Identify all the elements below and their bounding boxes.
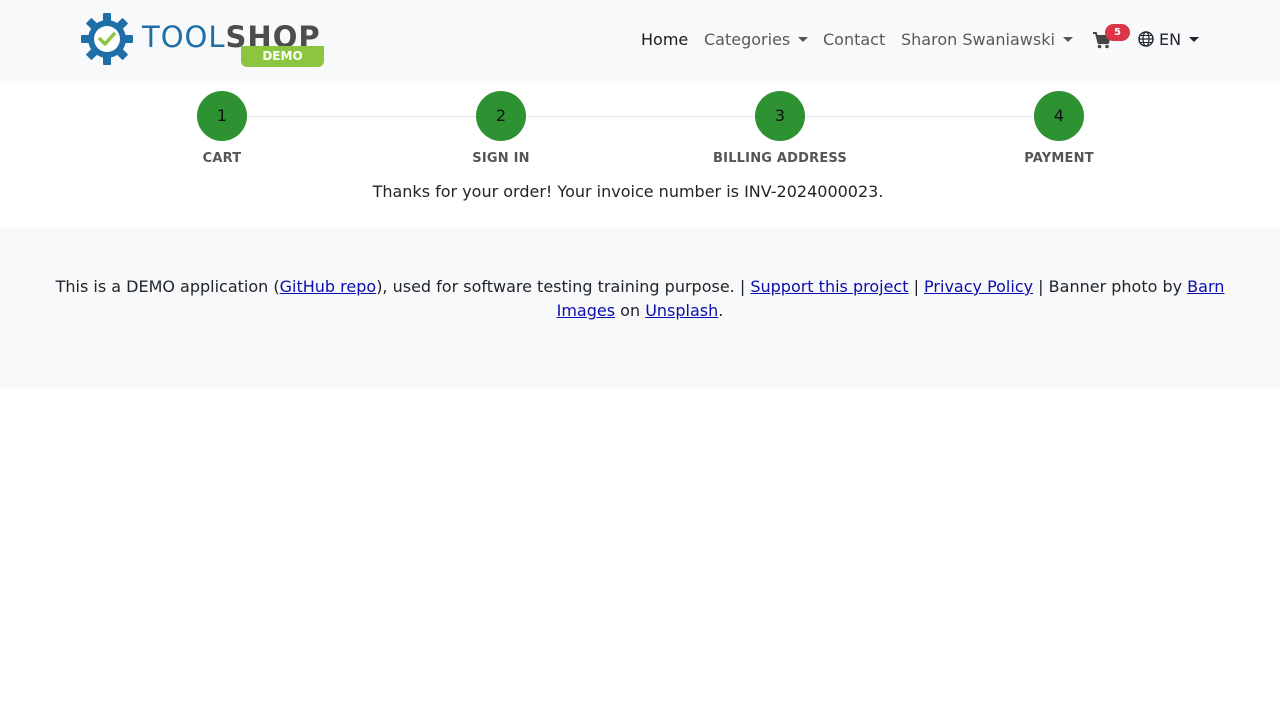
invoice-number: INV-2024000023 (744, 182, 879, 201)
stepper-track (222, 116, 1058, 117)
footer-text: This is a DEMO application (GitHub repo)… (40, 275, 1240, 323)
cart-count-badge: 5 (1105, 24, 1130, 41)
step-cart: 1 CART (122, 91, 322, 166)
privacy-policy-link[interactable]: Privacy Policy (924, 277, 1033, 296)
footer-text-part: ), used for software testing training pu… (376, 277, 751, 296)
step-billing-address: 3 BILLING ADDRESS (680, 91, 880, 166)
step-number: 4 (1034, 91, 1084, 141)
github-repo-link[interactable]: GitHub repo (280, 277, 377, 296)
confirmation-suffix: . (878, 182, 884, 201)
nav-user-name: Sharon Swaniawski (901, 30, 1055, 49)
globe-icon (1138, 31, 1154, 47)
footer-text-part: . (718, 301, 724, 320)
step-label: PAYMENT (1024, 151, 1094, 166)
caret-down-icon (798, 37, 809, 42)
order-confirmation-message: Thanks for your order! Your invoice numb… (0, 180, 1256, 204)
confirmation-text: Thanks for your order! Your invoice numb… (372, 182, 745, 201)
footer-text-part: on (615, 301, 646, 320)
nav-home-link[interactable]: Home (641, 28, 688, 52)
logo-text-tool: TOOL (142, 20, 226, 54)
step-label: SIGN IN (472, 151, 530, 166)
unsplash-link[interactable]: Unsplash (645, 301, 718, 320)
step-number: 2 (476, 91, 526, 141)
caret-down-icon (1062, 37, 1073, 42)
step-sign-in: 2 SIGN IN (401, 91, 601, 166)
step-number: 1 (197, 91, 247, 141)
step-payment: 4 PAYMENT (959, 91, 1159, 166)
nav-contact-link[interactable]: Contact (823, 28, 885, 52)
navbar: TOOLSHOP DEMO Home Categories Contact Sh… (0, 0, 1280, 81)
logo-demo-badge: DEMO (241, 46, 324, 67)
step-label: BILLING ADDRESS (713, 151, 847, 166)
caret-down-icon (1189, 37, 1200, 42)
step-label: CART (202, 151, 242, 166)
step-number: 3 (755, 91, 805, 141)
language-selector[interactable]: EN (1138, 28, 1200, 52)
toolshop-logo[interactable]: TOOLSHOP DEMO (80, 12, 330, 68)
footer-text-part: | Banner photo by (1033, 277, 1188, 296)
gear-check-icon (81, 13, 133, 65)
footer: This is a DEMO application (GitHub repo)… (0, 228, 1280, 388)
footer-text-part: | (908, 277, 925, 296)
nav-user-menu[interactable]: Sharon Swaniawski (901, 28, 1073, 52)
language-label: EN (1159, 30, 1182, 49)
nav-categories-dropdown[interactable]: Categories (704, 28, 809, 52)
footer-text-part: This is a DEMO application ( (55, 277, 280, 296)
nav-categories-label: Categories (704, 30, 791, 49)
support-project-link[interactable]: Support this project (750, 277, 908, 296)
